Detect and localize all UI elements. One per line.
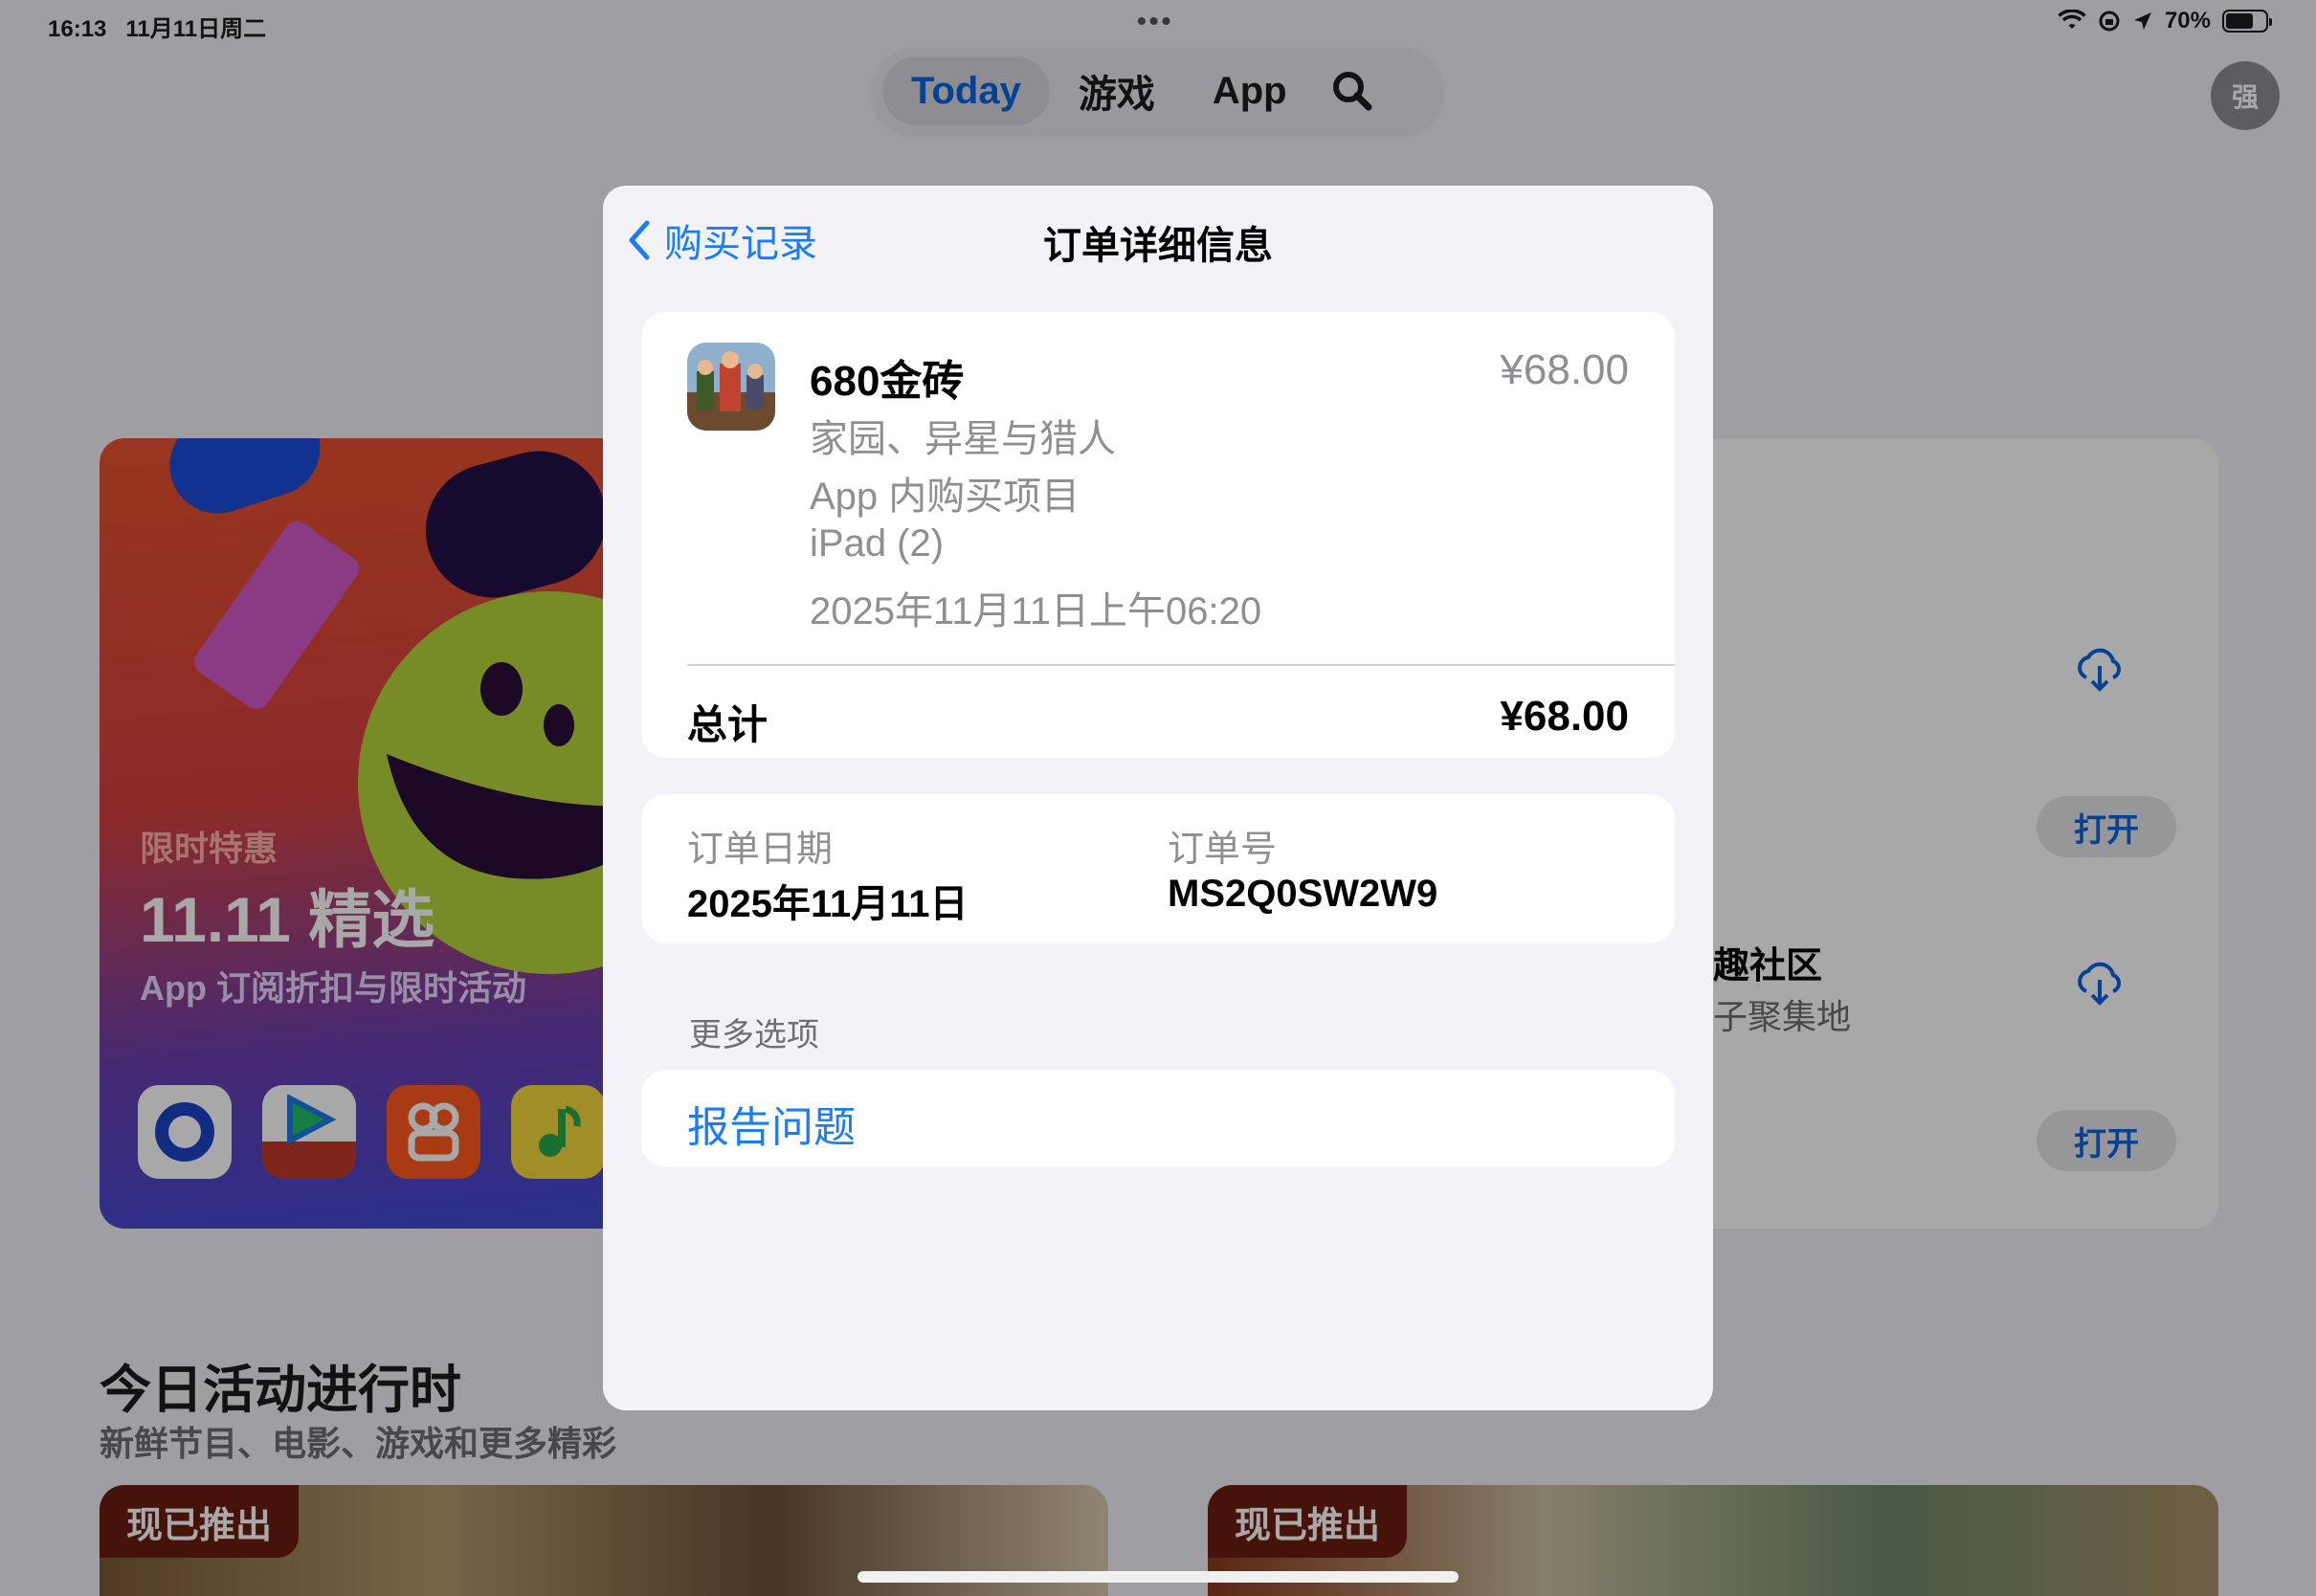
item-price: ¥68.00: [1500, 346, 1629, 393]
sheet-nav-bar: 购买记录 订单详细信息: [603, 186, 1713, 291]
purchase-item-card: 680金砖 ¥68.00 家园、异星与猎人 App 内购买项目 iPad (2)…: [641, 312, 1675, 758]
report-problem-row[interactable]: 报告问题: [641, 1070, 1675, 1167]
more-options-label: 更多选项: [689, 1017, 819, 1053]
order-number-label: 订单号: [1168, 830, 1278, 870]
order-detail-sheet: 购买记录 订单详细信息 680金砖 ¥68.00 家园、异星与猎人 App 内购…: [603, 186, 1713, 1410]
item-app-name: 家园、异星与猎人: [810, 418, 1116, 460]
item-device: iPad (2): [810, 522, 945, 565]
divider: [687, 664, 1675, 666]
item-name: 680金砖: [810, 358, 965, 405]
home-indicator[interactable]: [857, 1571, 1459, 1583]
order-date-label: 订单日期: [687, 830, 834, 870]
total-label: 总计: [687, 702, 768, 747]
sheet-title: 订单详细信息: [1043, 225, 1273, 267]
order-date-value: 2025年11月11日: [687, 883, 969, 925]
total-value: ¥68.00: [1500, 693, 1629, 740]
game-icon: [687, 343, 775, 431]
item-type: App 内购买项目: [810, 476, 1080, 518]
order-number-value: MS2Q0SW2W9: [1168, 873, 1438, 915]
report-problem-link[interactable]: 报告问题: [687, 1093, 856, 1154]
order-info-card: 订单日期 2025年11月11日 订单号 MS2Q0SW2W9: [641, 794, 1675, 943]
item-datetime: 2025年11月11日上午06:20: [810, 590, 1262, 632]
